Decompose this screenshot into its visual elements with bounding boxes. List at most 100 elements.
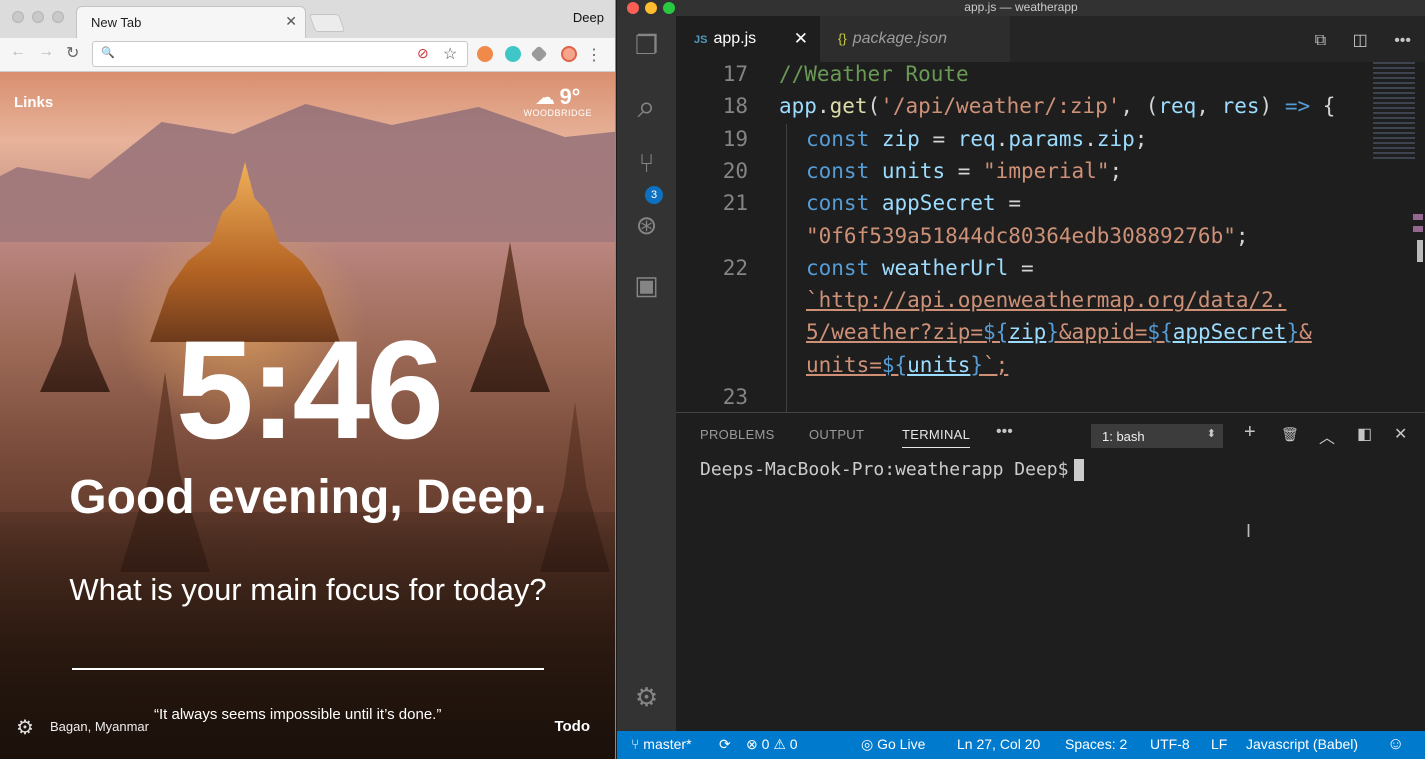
trash-icon[interactable]: 🗑: [1281, 426, 1299, 443]
code-line: units=${units}`;: [806, 352, 1009, 377]
editor-actions: ⧉ ◫ •••: [1293, 30, 1411, 50]
close-panel-icon[interactable]: ✕: [1394, 424, 1407, 444]
search-icon: 🔍: [101, 47, 115, 59]
code-line: //Weather Route: [779, 62, 969, 86]
new-terminal-icon[interactable]: +: [1244, 421, 1256, 444]
tab-label: package.json: [852, 30, 947, 47]
blocked-icon[interactable]: ⊘: [417, 45, 429, 62]
focus-input[interactable]: [72, 668, 544, 670]
error-count: 0: [761, 736, 770, 752]
tab-strip: New Tab ✕ Deep: [0, 0, 615, 38]
terminal-cursor: [1074, 459, 1085, 481]
code-line: const appSecret =: [806, 191, 1021, 216]
broadcast-icon: ◎: [861, 736, 874, 752]
code-line: 5/weather?zip=${zip}&appid=${appSecret}&: [806, 320, 1312, 345]
tab-app-js[interactable]: JS app.js ✕: [676, 16, 820, 62]
warning-count: 0: [789, 736, 798, 752]
cloud-rain-icon: ☁: [534, 87, 555, 109]
weather-location: WOODBRIDGE: [523, 108, 592, 118]
title-bar: app.js — weatherapp: [617, 0, 1425, 16]
line-number: 19: [722, 126, 748, 151]
feedback-smiley-icon[interactable]: ☺: [1387, 734, 1404, 754]
scrollbar-marker: [1413, 226, 1423, 232]
indent-guide: [786, 124, 787, 412]
problems-status[interactable]: ⊗ 0 ⚠ 0: [746, 736, 798, 753]
tab-label: app.js: [713, 30, 757, 47]
encoding-status[interactable]: UTF-8: [1150, 736, 1190, 752]
close-tab-icon[interactable]: ✕: [794, 29, 808, 49]
code-editor[interactable]: 17 //Weather Route 18 app.get('/api/weather…: [676, 62, 1425, 412]
split-panel-icon[interactable]: ◧: [1357, 424, 1372, 444]
settings-gear-icon[interactable]: ⚙: [16, 715, 34, 740]
go-live-button[interactable]: ◎ Go Live: [861, 736, 925, 753]
todo-button[interactable]: Todo: [554, 718, 590, 735]
code-line: const weatherUrl =: [806, 255, 1034, 280]
language-mode[interactable]: Javascript (Babel): [1246, 736, 1358, 752]
close-window-button[interactable]: [12, 11, 24, 23]
scrollbar-thumb[interactable]: [1417, 240, 1423, 262]
back-icon[interactable]: ←: [10, 43, 26, 61]
close-tab-icon[interactable]: ✕: [285, 13, 297, 30]
new-tab-button[interactable]: [308, 14, 346, 32]
terminal-select[interactable]: 1: bash ⬍: [1091, 424, 1223, 448]
split-editor-icon[interactable]: ◫: [1353, 32, 1368, 49]
vscode-window: app.js — weatherapp ❐ ⌕ ⑂ 3 ⊛ ▣ ⚙ JS app.…: [617, 0, 1425, 759]
scrollbar-marker: [1413, 214, 1423, 220]
terminal-prompt: Deeps-MacBook-Pro:weatherapp Deep$: [700, 459, 1069, 480]
source-control-icon[interactable]: ⑂: [617, 148, 676, 179]
weather-widget[interactable]: ☁ 9° WOODBRIDGE: [523, 84, 592, 118]
minimize-window-button[interactable]: [32, 11, 44, 23]
branch-status[interactable]: ⑂ master*: [631, 736, 692, 752]
reload-icon[interactable]: ↻: [66, 43, 79, 63]
line-number: 22: [722, 255, 748, 280]
address-bar[interactable]: 🔍 ⊘ ☆: [92, 41, 468, 67]
extensions-icon[interactable]: ▣: [617, 270, 676, 301]
links-button[interactable]: Links: [14, 94, 53, 111]
extension-gray-icon[interactable]: [530, 45, 548, 63]
window-title: app.js — weatherapp: [964, 0, 1078, 14]
code-line: `http://api.openweathermap.org/data/2.: [806, 288, 1287, 313]
extension-teal-icon[interactable]: [505, 46, 521, 62]
terminal-output[interactable]: Deeps-MacBook-Pro:weatherapp Deep$: [700, 459, 1085, 481]
explorer-icon[interactable]: ❐: [617, 30, 676, 61]
tab-problems[interactable]: PROBLEMS: [700, 427, 775, 442]
more-icon[interactable]: •••: [996, 423, 1013, 441]
eol-status[interactable]: LF: [1211, 736, 1227, 752]
clock: 5:46: [175, 311, 444, 468]
tab-title: New Tab: [91, 15, 142, 30]
more-actions-icon[interactable]: •••: [1394, 32, 1411, 49]
maximize-window-button[interactable]: [52, 11, 64, 23]
cursor-position[interactable]: Ln 27, Col 20: [957, 736, 1040, 752]
line-number: 17: [722, 62, 748, 86]
text-cursor-icon: I: [1246, 521, 1252, 541]
maximize-panel-icon[interactable]: ︿: [1319, 424, 1335, 448]
minimap[interactable]: [1373, 62, 1415, 162]
forward-icon[interactable]: →: [38, 43, 54, 61]
indentation-status[interactable]: Spaces: 2: [1065, 736, 1127, 752]
activity-bar: ❐ ⌕ ⑂ 3 ⊛ ▣ ⚙: [617, 16, 676, 731]
tab-terminal[interactable]: TERMINAL: [902, 427, 971, 448]
terminal-select-value: 1: bash: [1102, 429, 1145, 444]
photo-location[interactable]: Bagan, Myanmar: [50, 719, 149, 734]
tab-new-tab[interactable]: New Tab ✕: [76, 6, 306, 38]
extension-red-icon[interactable]: [561, 46, 577, 62]
warning-icon: ⚠: [773, 736, 786, 752]
bookmark-star-icon[interactable]: ☆: [443, 44, 457, 64]
settings-gear-icon[interactable]: ⚙: [617, 682, 676, 713]
profile-name[interactable]: Deep: [573, 10, 604, 25]
scm-badge: 3: [645, 186, 663, 204]
extension-orange-icon[interactable]: [477, 46, 493, 62]
line-number: 21: [722, 191, 748, 216]
sync-icon[interactable]: ⟳: [719, 736, 731, 753]
search-icon[interactable]: ⌕: [617, 88, 676, 126]
open-preview-icon[interactable]: ⧉: [1315, 32, 1326, 49]
tab-package-json[interactable]: {} package.json: [820, 16, 1010, 62]
debug-icon[interactable]: ⊛: [617, 210, 676, 241]
status-bar: ⑂ master* ⟳ ⊗ 0 ⚠ 0 ◎ Go Live Ln 27, Col…: [617, 731, 1425, 759]
greeting: Good evening, Deep.: [69, 471, 547, 524]
menu-icon[interactable]: ⋮: [586, 45, 602, 65]
tab-output[interactable]: OUTPUT: [809, 427, 864, 442]
line-number: 23: [722, 385, 748, 409]
code-line: app.get('/api/weather/:zip', (req, res) …: [779, 94, 1336, 119]
code-line: const zip = req.params.zip;: [806, 126, 1148, 151]
